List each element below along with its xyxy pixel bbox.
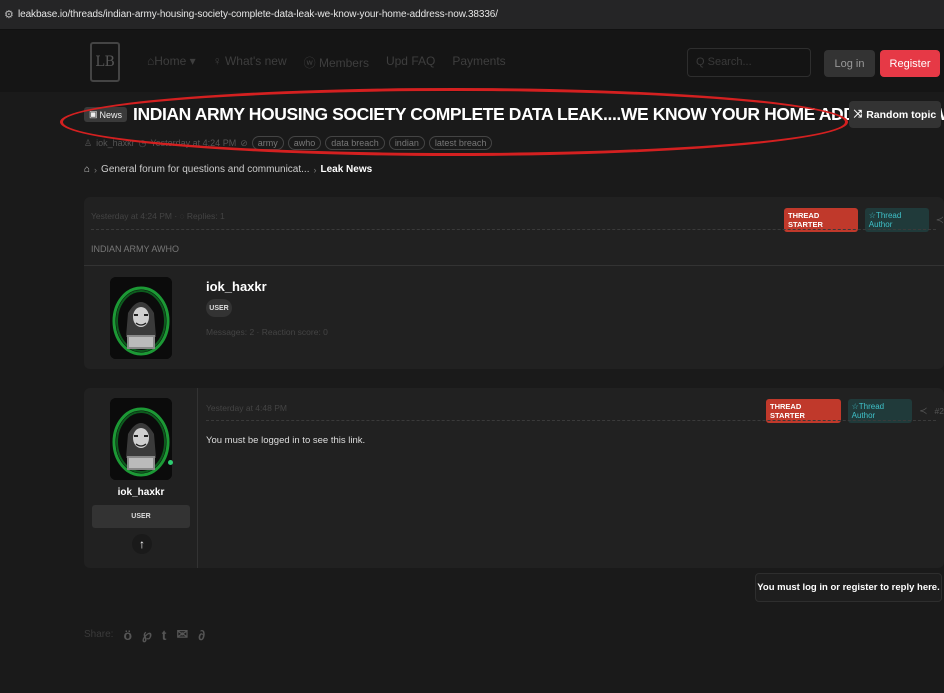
- random-topic-label: Random topic: [866, 108, 937, 121]
- post-date[interactable]: Yesterday at 4:48 PM: [206, 403, 287, 413]
- tune-icon[interactable]: ⚙: [4, 8, 18, 21]
- post-meta: Yesterday at 4:24 PM · ◌ Replies: 1: [91, 211, 225, 221]
- thread-title-row: ▣ News INDIAN ARMY HOUSING SOCIETY COMPL…: [84, 104, 944, 125]
- login-to-reply-button[interactable]: You must log in or register to reply her…: [755, 573, 942, 602]
- hacker-avatar-image: [110, 277, 172, 359]
- tag-awho[interactable]: awho: [287, 136, 322, 150]
- post-username[interactable]: iok_haxkr: [206, 279, 267, 294]
- user-role-badge: USER: [206, 299, 232, 317]
- dashed-divider: [206, 420, 936, 421]
- top-navigation: LB ⌂Home ▾ ♀ What's new ⓦ Members Upd FA…: [0, 30, 944, 92]
- address-url[interactable]: leakbase.io/threads/indian-army-housing-…: [18, 9, 498, 20]
- register-button[interactable]: Register: [880, 50, 940, 77]
- email-icon[interactable]: ✉: [176, 626, 188, 643]
- random-topic-button[interactable]: ⤨ Random topic: [849, 101, 941, 128]
- nav-payments[interactable]: Payments: [452, 54, 505, 71]
- divider: [84, 265, 944, 266]
- post-subtitle: INDIAN ARMY AWHO: [91, 244, 180, 254]
- tag-icon: ⊘: [240, 137, 248, 148]
- login-button[interactable]: Log in: [824, 50, 875, 77]
- breadcrumb-forum[interactable]: General forum for questions and communic…: [101, 164, 309, 175]
- tag-army[interactable]: army: [251, 136, 284, 150]
- share-icon[interactable]: ≺: [919, 406, 927, 417]
- browser-address-bar[interactable]: ⚙ leakbase.io/threads/indian-army-housin…: [0, 0, 944, 30]
- news-prefix-label: News: [99, 109, 123, 120]
- post-number[interactable]: #2: [935, 406, 944, 416]
- user-role-badge: USER: [92, 505, 190, 528]
- shuffle-icon: ⤨: [853, 108, 863, 120]
- thread-author[interactable]: iok_haxkr: [96, 138, 135, 148]
- share-label: Share:: [84, 629, 114, 640]
- share-icon[interactable]: ≺: [936, 215, 944, 226]
- site-logo[interactable]: LB: [90, 42, 120, 82]
- search-input[interactable]: Q Search...: [687, 48, 811, 77]
- tag-latest-breach[interactable]: latest breach: [428, 136, 493, 150]
- reddit-icon[interactable]: ö: [123, 627, 132, 643]
- thread-meta: ♙ iok_haxkr ◷ Yesterday at 4:24 PM ⊘ arm…: [84, 136, 493, 150]
- share-row: Share: ö ℘ t ✉ ∂: [84, 626, 205, 643]
- nav-members[interactable]: ⓦ Members: [304, 54, 369, 71]
- link-icon[interactable]: ∂: [198, 627, 205, 643]
- news-prefix-badge[interactable]: ▣ News: [84, 107, 128, 122]
- nav-whats-new[interactable]: ♀ What's new: [213, 54, 287, 71]
- breadcrumb-leak-news[interactable]: Leak News: [320, 164, 372, 175]
- tumblr-icon[interactable]: t: [162, 627, 167, 643]
- breadcrumb-separator: ›: [94, 164, 98, 175]
- clock-icon: ◷: [138, 137, 147, 148]
- breadcrumb: ⌂ › General forum for questions and comm…: [84, 164, 372, 175]
- second-post-card: iok_haxkr USER ↑ Yesterday at 4:48 PM TH…: [84, 388, 944, 568]
- pinterest-icon[interactable]: ℘: [142, 626, 152, 643]
- avatar[interactable]: [110, 398, 172, 480]
- nav-upd-faq[interactable]: Upd FAQ: [386, 54, 435, 71]
- arrow-up-icon[interactable]: ↑: [132, 534, 152, 554]
- tag-indian[interactable]: indian: [388, 136, 425, 150]
- dashed-divider: [91, 229, 936, 230]
- nav-links: ⌂Home ▾ ♀ What's new ⓦ Members Upd FAQ P…: [147, 54, 506, 71]
- breadcrumb-separator: ›: [313, 164, 317, 175]
- user-stats: Messages: 2 · Reaction score: 0: [206, 327, 328, 337]
- post-username[interactable]: iok_haxkr: [84, 487, 198, 498]
- news-icon: ▣: [89, 109, 98, 119]
- user-icon: ♙: [84, 137, 93, 148]
- thread-date: Yesterday at 4:24 PM: [150, 138, 237, 148]
- post-user-column: iok_haxkr USER ↑: [84, 388, 198, 568]
- page-title: INDIAN ARMY HOUSING SOCIETY COMPLETE DAT…: [133, 104, 944, 124]
- post-body: You must be logged in to see this link.: [206, 435, 366, 446]
- tag-data-breach[interactable]: data breach: [325, 136, 385, 150]
- avatar[interactable]: [110, 277, 172, 359]
- hacker-avatar-image: [110, 398, 172, 480]
- online-indicator: [168, 460, 173, 465]
- home-icon[interactable]: ⌂: [84, 164, 90, 175]
- nav-home[interactable]: ⌂Home ▾: [147, 54, 196, 71]
- first-post-card: Yesterday at 4:24 PM · ◌ Replies: 1 THRE…: [84, 197, 944, 369]
